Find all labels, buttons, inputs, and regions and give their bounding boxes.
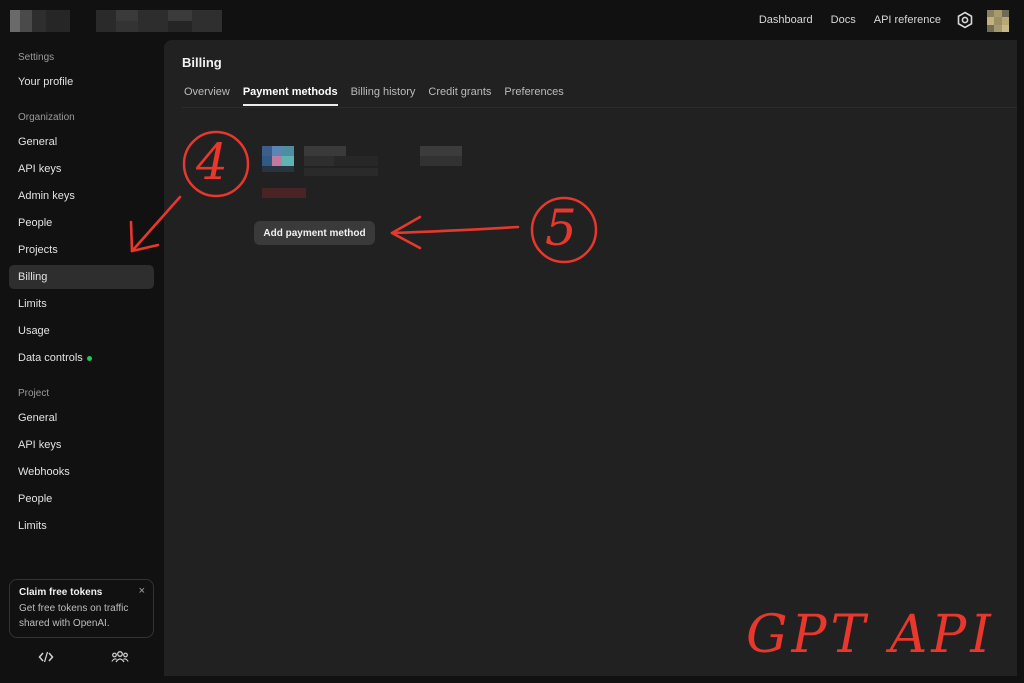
- organization-logo[interactable]: [10, 10, 70, 32]
- gpt-api-watermark: GPT API: [746, 605, 995, 665]
- organization-heading: Organization: [18, 112, 75, 123]
- claim-tokens-title: Claim free tokens: [19, 587, 103, 598]
- sidebar-item-billing[interactable]: Billing: [9, 265, 154, 289]
- sidebar-item-project-general[interactable]: General: [9, 406, 154, 430]
- step-5-label: 5: [545, 199, 577, 257]
- page-title: Billing: [182, 55, 222, 70]
- sidebar-item-label: Data controls: [18, 352, 83, 364]
- sidebar-item-projects[interactable]: Projects: [9, 238, 154, 262]
- nav-dashboard[interactable]: Dashboard: [759, 14, 813, 26]
- sidebar-item-general[interactable]: General: [9, 130, 154, 154]
- close-icon[interactable]: ×: [139, 585, 145, 597]
- step-4-label: 4: [196, 133, 228, 191]
- code-icon[interactable]: [38, 649, 54, 665]
- add-payment-method-button[interactable]: Add payment method: [254, 221, 375, 245]
- billing-tabs: Overview Payment methods Billing history…: [184, 86, 564, 106]
- sidebar-item-people[interactable]: People: [9, 211, 154, 235]
- sidebar-item-project-people[interactable]: People: [9, 487, 154, 511]
- sidebar-item-data-controls[interactable]: Data controls: [9, 346, 154, 370]
- sidebar-item-admin-keys[interactable]: Admin keys: [9, 184, 154, 208]
- project-selector[interactable]: [96, 10, 222, 32]
- nav-api-reference[interactable]: API reference: [874, 14, 941, 26]
- sidebar-item-usage[interactable]: Usage: [9, 319, 154, 343]
- project-heading: Project: [18, 388, 50, 399]
- tab-divider: [182, 107, 1017, 108]
- tab-billing-history[interactable]: Billing history: [351, 86, 416, 106]
- tab-preferences[interactable]: Preferences: [504, 86, 563, 106]
- main-panel: Billing Overview Payment methods Billing…: [164, 40, 1017, 676]
- nav-docs[interactable]: Docs: [831, 14, 856, 26]
- sidebar-item-limits[interactable]: Limits: [9, 292, 154, 316]
- sidebar-item-project-api-keys[interactable]: API keys: [9, 433, 154, 457]
- gear-icon[interactable]: [956, 11, 974, 29]
- tab-payment-methods[interactable]: Payment methods: [242, 86, 338, 106]
- sidebar-item-your-profile[interactable]: Your profile: [9, 70, 154, 94]
- payment-method-card: [262, 146, 462, 200]
- top-navigation: Dashboard Docs API reference: [759, 0, 941, 40]
- claim-tokens-text: Get free tokens on traffic shared with O…: [19, 603, 129, 629]
- top-bar: Dashboard Docs API reference: [0, 0, 1024, 40]
- sidebar-item-project-limits[interactable]: Limits: [9, 514, 154, 538]
- tab-credit-grants[interactable]: Credit grants: [428, 86, 491, 106]
- settings-heading: Settings: [18, 52, 55, 63]
- avatar[interactable]: [987, 10, 1009, 32]
- sidebar-item-api-keys[interactable]: API keys: [9, 157, 154, 181]
- sidebar-item-webhooks[interactable]: Webhooks: [9, 460, 154, 484]
- status-dot: [86, 355, 92, 361]
- tab-overview[interactable]: Overview: [184, 86, 230, 106]
- team-icon[interactable]: [111, 649, 129, 665]
- claim-tokens-card[interactable]: Claim free tokens Get free tokens on tra…: [9, 579, 154, 638]
